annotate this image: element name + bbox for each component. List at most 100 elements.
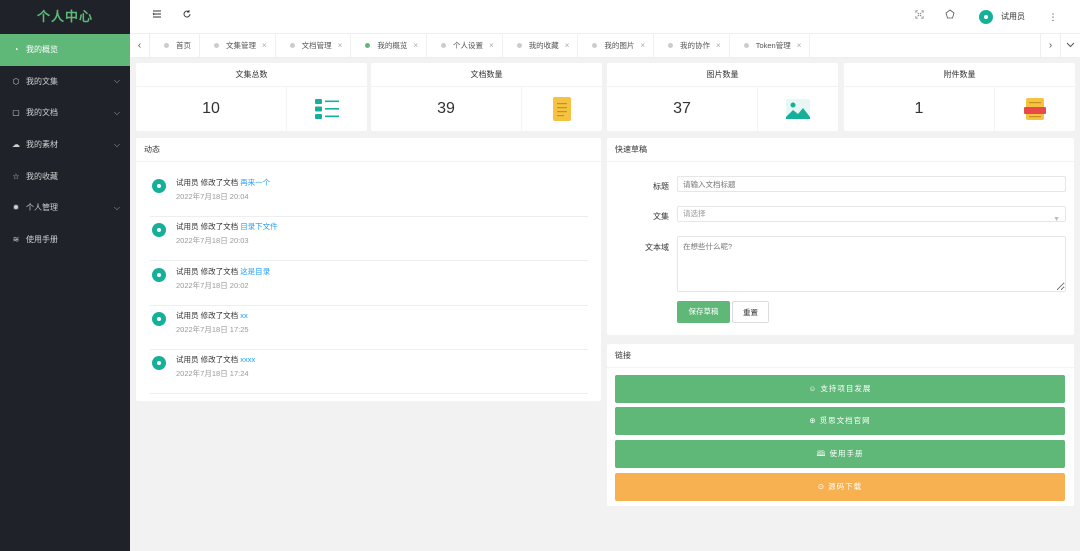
title-label: 标题	[653, 182, 669, 191]
avatar[interactable]	[152, 311, 166, 326]
tab-3[interactable]: 文档管理 ×	[276, 33, 352, 58]
activity-time: 2022年7月18日 20:02	[176, 280, 249, 290]
sidebar-item-5[interactable]: ☆ 我的收藏	[0, 160, 130, 192]
sidebar-logo[interactable]: 个人中心	[0, 0, 130, 34]
content-textarea[interactable]	[677, 236, 1066, 292]
sidebar-item-6[interactable]: ✹ 个人管理 ⌵	[0, 192, 130, 224]
activity-text: 试用员 修改了文档 目录下文件	[176, 221, 278, 232]
activity-item: 试用员 修改了文档 目录下文件 2022年7月18日 20:03	[150, 217, 588, 262]
activity-time: 2022年7月18日 17:25	[176, 324, 249, 334]
tab-2[interactable]: 文集管理 ×	[200, 33, 276, 58]
activity-action: 修改了文档	[200, 222, 239, 232]
tab-8[interactable]: 我的协作 ×	[654, 33, 730, 58]
stat-card-images: 图片数量 37	[607, 63, 838, 131]
user-avatar[interactable]	[979, 10, 993, 24]
gear-icon: ✹	[12, 203, 20, 213]
tab-dropdown-icon[interactable]	[1060, 34, 1080, 58]
dashboard-icon: ◔	[13, 45, 19, 55]
stat-value[interactable]: 1	[844, 87, 995, 131]
activity-action: 修改了文档	[200, 178, 239, 187]
more-vertical-icon[interactable]: ⋮	[1046, 0, 1060, 34]
activity-target-link[interactable]: xx	[240, 311, 248, 320]
collection-select[interactable]: 请选择 ▼	[677, 206, 1066, 223]
user-manual-button[interactable]: 🕮 使用手册	[615, 440, 1065, 468]
collection-select-placeholder: 请选择	[683, 209, 706, 218]
tab-status-dot	[516, 43, 522, 48]
chevron-down-icon: ⌵	[113, 107, 120, 117]
stat-title: 图片数量	[607, 63, 838, 87]
box-icon: ⬡	[12, 76, 20, 86]
avatar[interactable]	[152, 267, 166, 282]
chevron-down-icon: ⌵	[113, 139, 120, 149]
close-icon[interactable]: ×	[565, 41, 570, 50]
activity-target-link[interactable]: 再来一个	[240, 178, 270, 187]
tab-9[interactable]: Token管理 ×	[730, 33, 811, 58]
activity-target-link[interactable]: xxxx	[240, 355, 255, 364]
chevron-down-icon: ⌵	[113, 202, 120, 212]
avatar[interactable]	[152, 179, 166, 193]
tab-label: 我的概览	[377, 41, 408, 50]
close-icon[interactable]: ×	[716, 41, 721, 50]
tab-5[interactable]: 个人设置 ×	[427, 33, 503, 58]
sidebar-item-7[interactable]: ≋ 使用手册	[0, 224, 130, 256]
activity-item: 试用员 修改了文档 xx 2022年7月18日 17:25	[150, 306, 588, 350]
tab-1[interactable]: 首页	[150, 33, 200, 58]
tab-scroll-right-icon[interactable]: ›	[1040, 34, 1060, 58]
activity-item: 试用员 修改了文档 xxxx 2022年7月18日 17:24	[150, 350, 588, 395]
tab-label: 我的协作	[680, 41, 711, 50]
activity-text: 试用员 修改了文档 再来一个	[176, 177, 270, 188]
stat-value[interactable]: 37	[607, 87, 758, 131]
top-header: 试用员 ⋮	[130, 0, 1080, 34]
official-site-button[interactable]: ⊕ 觅思文档官网	[615, 407, 1065, 435]
sidebar-item-3[interactable]: ▢ 我的文档 ⌵	[0, 97, 130, 129]
fullscreen-icon[interactable]	[912, 0, 926, 34]
close-icon[interactable]: ×	[797, 41, 802, 50]
stat-title: 附件数量	[844, 63, 1075, 87]
stat-value[interactable]: 10	[136, 87, 287, 131]
activity-target-link[interactable]: 目录下文件	[240, 222, 278, 231]
refresh-icon[interactable]	[180, 0, 194, 34]
reset-button[interactable]: 重置	[732, 301, 769, 323]
user-name[interactable]: 试用员	[1001, 0, 1025, 34]
tab-list: 首页 文集管理 × 文档管理 × 我的概览 × 个人设置 × 我的收藏 × 我的图片 × 我的协作 × Tok…	[150, 33, 811, 58]
close-icon[interactable]: ×	[262, 41, 267, 50]
image-icon	[758, 87, 838, 131]
activity-time: 2022年7月18日 20:04	[176, 192, 249, 201]
activity-time: 2022年7月18日 20:03	[176, 236, 249, 246]
collection-label: 文集	[653, 212, 669, 221]
sidebar-item-4[interactable]: ☁ 我的素材 ⌵	[0, 129, 130, 161]
sidebar-item-label: 我的文集	[26, 76, 58, 86]
activity-target-link[interactable]: 这是目录	[240, 267, 270, 276]
tab-7[interactable]: 我的图片 ×	[578, 33, 655, 58]
save-draft-button[interactable]: 保存草稿	[677, 301, 730, 323]
sidebar-item-1[interactable]: ◔ 我的概览	[0, 34, 130, 66]
tab-scroll-left-icon[interactable]: ‹	[130, 33, 150, 58]
stat-value[interactable]: 39	[371, 87, 522, 131]
close-icon[interactable]: ×	[640, 41, 645, 50]
avatar[interactable]	[152, 356, 166, 371]
list-icon	[287, 87, 367, 131]
support-project-button[interactable]: ☺ 支持项目发展	[615, 375, 1065, 403]
close-icon[interactable]: ×	[338, 41, 343, 50]
tab-6[interactable]: 我的收藏 ×	[503, 33, 579, 58]
tab-4[interactable]: 我的概览 ×	[351, 33, 428, 58]
activity-action: 修改了文档	[200, 310, 239, 320]
activity-action: 修改了文档	[200, 266, 239, 276]
close-icon[interactable]: ×	[489, 41, 494, 50]
close-icon[interactable]: ×	[413, 41, 418, 50]
title-input[interactable]	[677, 176, 1066, 192]
menu-fold-icon[interactable]	[150, 0, 164, 34]
pentagon-icon[interactable]	[943, 0, 957, 34]
tab-status-dot	[164, 43, 169, 48]
source-download-button[interactable]: ⊙ 源码下载	[615, 473, 1065, 501]
tab-status-dot	[441, 43, 447, 48]
stat-title: 文集总数	[136, 63, 367, 87]
sidebar-item-label: 我的文档	[26, 108, 58, 118]
avatar[interactable]	[152, 223, 166, 238]
file-icon: ▢	[12, 108, 20, 118]
chevron-down-icon: ⌵	[113, 76, 120, 86]
activity-text: 试用员 修改了文档 这是目录	[176, 266, 270, 277]
sidebar-item-label: 我的概览	[26, 45, 58, 55]
activity-item: 试用员 修改了文档 这是目录 2022年7月18日 20:02	[150, 262, 588, 306]
sidebar-item-2[interactable]: ⬡ 我的文集 ⌵	[0, 66, 130, 98]
